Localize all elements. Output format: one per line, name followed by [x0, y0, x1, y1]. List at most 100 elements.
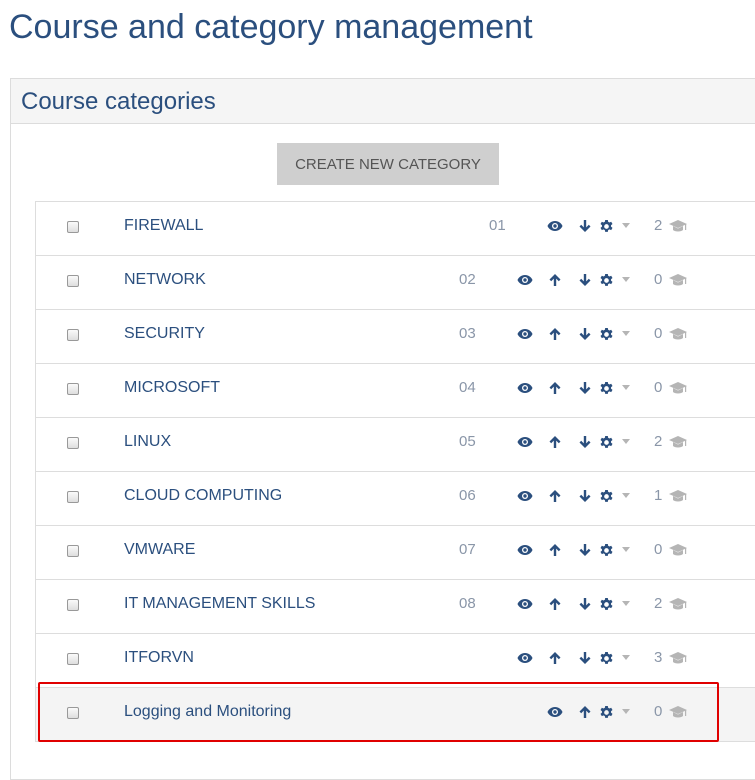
category-checkbox[interactable] [67, 707, 79, 719]
eye-icon[interactable] [516, 649, 534, 667]
arrow-down-icon[interactable] [576, 217, 594, 235]
caret-down-icon[interactable] [622, 385, 630, 390]
eye-icon[interactable] [516, 325, 534, 343]
caret-down-icon[interactable] [622, 331, 630, 336]
caret-down-icon[interactable] [622, 601, 630, 606]
category-checkbox[interactable] [67, 491, 79, 503]
category-checkbox[interactable] [67, 221, 79, 233]
arrow-down-icon[interactable] [576, 649, 594, 667]
arrow-up-icon[interactable] [546, 595, 564, 613]
caret-down-icon[interactable] [622, 439, 630, 444]
eye-icon[interactable] [516, 271, 534, 289]
course-count[interactable]: 2 [654, 595, 662, 612]
graduation-cap-icon [668, 542, 688, 558]
course-count[interactable]: 0 [654, 703, 662, 720]
graduation-cap-icon [668, 434, 688, 450]
arrow-down-icon[interactable] [576, 379, 594, 397]
arrow-down-icon[interactable] [576, 595, 594, 613]
category-name-link[interactable]: Logging and Monitoring [124, 703, 291, 721]
course-count[interactable]: 0 [654, 379, 662, 396]
course-count[interactable]: 0 [654, 271, 662, 288]
category-idnumber: 03 [459, 325, 476, 342]
category-name-link[interactable]: VMWARE [124, 541, 195, 559]
course-count[interactable]: 0 [654, 325, 662, 342]
eye-icon[interactable] [516, 379, 534, 397]
eye-icon[interactable] [516, 487, 534, 505]
caret-down-icon[interactable] [622, 223, 630, 228]
category-checkbox[interactable] [67, 599, 79, 611]
category-name-link[interactable]: LINUX [124, 433, 171, 451]
category-list: FIREWALL 01 2 NETWORK 02 0 SECURITY 03 0 MICROSOF… [35, 201, 755, 742]
category-row: MICROSOFT 04 0 [36, 364, 755, 418]
arrow-up-icon[interactable] [546, 325, 564, 343]
gear-icon[interactable] [597, 703, 615, 721]
eye-icon[interactable] [516, 433, 534, 451]
graduation-cap-icon [668, 326, 688, 342]
course-count[interactable]: 0 [654, 541, 662, 558]
category-idnumber: 04 [459, 379, 476, 396]
arrow-down-icon[interactable] [576, 487, 594, 505]
category-checkbox[interactable] [67, 329, 79, 341]
course-categories-panel: Course categories CREATE NEW CATEGORY FI… [10, 78, 755, 780]
arrow-up-icon[interactable] [546, 649, 564, 667]
gear-icon[interactable] [597, 271, 615, 289]
category-idnumber: 07 [459, 541, 476, 558]
create-new-category-button[interactable]: CREATE NEW CATEGORY [277, 143, 499, 185]
graduation-cap-icon [668, 704, 688, 720]
gear-icon[interactable] [597, 217, 615, 235]
category-row: Logging and Monitoring 0 [36, 688, 755, 742]
category-name-link[interactable]: ITFORVN [124, 649, 194, 667]
gear-icon[interactable] [597, 379, 615, 397]
course-count[interactable]: 2 [654, 433, 662, 450]
course-count[interactable]: 2 [654, 217, 662, 234]
category-name-link[interactable]: NETWORK [124, 271, 206, 289]
course-count[interactable]: 3 [654, 649, 662, 666]
caret-down-icon[interactable] [622, 547, 630, 552]
arrow-up-icon[interactable] [546, 271, 564, 289]
panel-title: Course categories [21, 88, 216, 115]
arrow-down-icon[interactable] [576, 541, 594, 559]
category-name-link[interactable]: MICROSOFT [124, 379, 220, 397]
arrow-up-icon[interactable] [546, 541, 564, 559]
arrow-down-icon[interactable] [576, 271, 594, 289]
caret-down-icon[interactable] [622, 493, 630, 498]
category-row: LINUX 05 2 [36, 418, 755, 472]
category-checkbox[interactable] [67, 545, 79, 557]
eye-icon[interactable] [546, 217, 564, 235]
category-idnumber: 06 [459, 487, 476, 504]
category-name-link[interactable]: IT MANAGEMENT SKILLS [124, 595, 315, 613]
course-count[interactable]: 1 [654, 487, 662, 504]
gear-icon[interactable] [597, 595, 615, 613]
category-checkbox[interactable] [67, 275, 79, 287]
category-idnumber: 01 [489, 217, 506, 234]
graduation-cap-icon [668, 650, 688, 666]
gear-icon[interactable] [597, 487, 615, 505]
category-name-link[interactable]: CLOUD COMPUTING [124, 487, 282, 505]
arrow-up-icon[interactable] [546, 433, 564, 451]
caret-down-icon[interactable] [622, 655, 630, 660]
category-checkbox[interactable] [67, 653, 79, 665]
category-row: CLOUD COMPUTING 06 1 [36, 472, 755, 526]
category-name-link[interactable]: FIREWALL [124, 217, 203, 235]
gear-icon[interactable] [597, 541, 615, 559]
arrow-down-icon[interactable] [576, 433, 594, 451]
arrow-up-icon[interactable] [576, 703, 594, 721]
caret-down-icon[interactable] [622, 709, 630, 714]
gear-icon[interactable] [597, 325, 615, 343]
eye-icon[interactable] [546, 703, 564, 721]
category-checkbox[interactable] [67, 383, 79, 395]
eye-icon[interactable] [516, 541, 534, 559]
gear-icon[interactable] [597, 433, 615, 451]
graduation-cap-icon [668, 218, 688, 234]
graduation-cap-icon [668, 380, 688, 396]
arrow-up-icon[interactable] [546, 487, 564, 505]
gear-icon[interactable] [597, 649, 615, 667]
category-checkbox[interactable] [67, 437, 79, 449]
category-name-link[interactable]: SECURITY [124, 325, 205, 343]
category-row: NETWORK 02 0 [36, 256, 755, 310]
caret-down-icon[interactable] [622, 277, 630, 282]
arrow-up-icon[interactable] [546, 379, 564, 397]
eye-icon[interactable] [516, 595, 534, 613]
page-title: Course and category management [9, 8, 533, 46]
arrow-down-icon[interactable] [576, 325, 594, 343]
